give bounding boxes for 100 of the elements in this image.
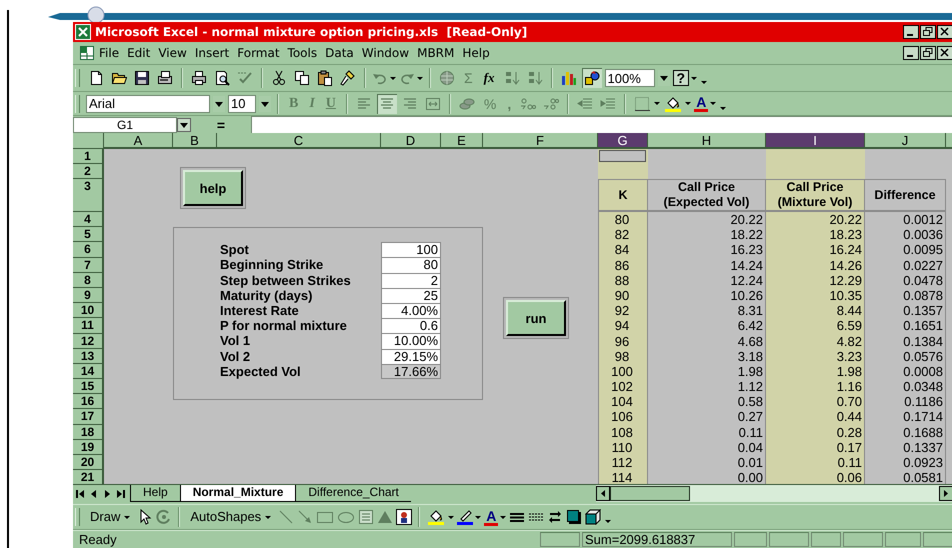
menu-item[interactable]: File [95, 46, 124, 60]
help-button[interactable]: help [183, 170, 243, 206]
column-header[interactable]: E [441, 133, 483, 149]
text-box-icon[interactable] [358, 509, 374, 525]
row-header[interactable]: 1 [73, 149, 104, 164]
menu-item[interactable]: MBRM [413, 46, 458, 60]
menu-item[interactable]: Help [458, 46, 494, 60]
caret-icon[interactable] [124, 516, 130, 518]
restore-button[interactable] [920, 46, 936, 60]
scroll-left-icon[interactable] [596, 486, 610, 501]
row-header[interactable]: 10 [73, 303, 104, 318]
row-header[interactable]: 11 [73, 318, 104, 334]
caret-icon[interactable] [265, 516, 272, 518]
autoshapes-menu-button[interactable]: AutoShapes [186, 507, 276, 527]
menu-item[interactable]: View [154, 46, 191, 60]
input-cell[interactable]: 80 [381, 257, 441, 273]
align-center-icon[interactable] [376, 94, 397, 114]
column-header[interactable]: A [104, 133, 173, 149]
row-header[interactable]: 14 [73, 364, 104, 380]
row-header[interactable]: 6 [73, 242, 104, 258]
caret-icon[interactable] [685, 102, 692, 105]
clip-art-icon[interactable] [396, 509, 412, 525]
copy-icon[interactable] [292, 68, 312, 88]
row-header[interactable]: 21 [73, 470, 104, 484]
menu-item[interactable]: Window [358, 46, 414, 60]
font-color-button[interactable]: A [694, 95, 708, 112]
menu-item[interactable]: Edit [123, 46, 154, 60]
menu-item[interactable]: Format [233, 46, 284, 60]
row-header[interactable]: 2 [73, 164, 104, 179]
column-header[interactable]: F [483, 133, 598, 149]
row-header[interactable]: 5 [73, 227, 104, 242]
input-cell[interactable]: 10.00% [381, 333, 441, 348]
input-cell[interactable]: 0.6 [381, 318, 441, 334]
caret-icon[interactable] [654, 102, 660, 105]
font-field[interactable]: Arial [86, 94, 210, 112]
scroll-thumb[interactable] [610, 486, 690, 501]
row-header[interactable]: 9 [73, 288, 104, 304]
restore-button[interactable] [920, 25, 936, 39]
menu-item[interactable]: Insert [190, 46, 234, 60]
menu-item[interactable]: Tools [284, 46, 322, 60]
row-header[interactable]: 16 [73, 394, 104, 410]
row-header[interactable]: 20 [73, 455, 104, 470]
row-header[interactable]: 12 [73, 334, 104, 349]
input-cell[interactable]: 4.00% [381, 302, 441, 318]
spreadsheet-icon[interactable] [79, 45, 95, 61]
font-size-field[interactable]: 10 [228, 94, 256, 112]
column-header[interactable]: G [598, 133, 648, 149]
sheet-tab[interactable]: Difference_Chart [295, 485, 411, 502]
row-header[interactable]: 15 [73, 379, 104, 394]
print-icon[interactable] [189, 68, 209, 88]
line-color-icon[interactable] [457, 509, 474, 525]
caret-icon[interactable] [390, 76, 396, 80]
close-button[interactable] [937, 25, 952, 39]
sheet-tab[interactable]: Normal_Mixture [180, 485, 296, 502]
zoom-field[interactable]: 100% [604, 69, 654, 87]
row-header[interactable]: 7 [73, 258, 104, 273]
row-header[interactable]: 17 [73, 409, 104, 425]
help-button[interactable]: ? [672, 70, 690, 86]
row-header[interactable]: 13 [73, 348, 104, 364]
run-button[interactable]: run [506, 300, 566, 336]
input-cell[interactable]: 2 [381, 272, 441, 288]
input-cell[interactable]: 25 [381, 288, 441, 303]
active-cell[interactable] [599, 150, 646, 162]
shadow-icon[interactable] [566, 509, 582, 525]
column-header[interactable]: D [381, 133, 441, 149]
row-header[interactable]: 8 [73, 272, 104, 288]
horizontal-scrollbar[interactable] [596, 485, 952, 502]
select-all-corner[interactable] [73, 133, 104, 149]
column-header[interactable]: H [648, 133, 766, 149]
input-cell[interactable]: 29.15% [381, 348, 441, 364]
caret-icon[interactable] [417, 76, 423, 80]
column-header[interactable]: I [766, 133, 865, 149]
input-cell[interactable]: 100 [381, 242, 441, 258]
minimize-button[interactable] [903, 25, 919, 39]
minimize-button[interactable] [903, 46, 919, 60]
row-header[interactable]: 19 [73, 440, 104, 455]
arrow-style-icon[interactable] [547, 509, 564, 525]
caret-icon[interactable] [691, 76, 698, 80]
scroll-right-icon[interactable] [939, 486, 952, 501]
caret-icon[interactable] [475, 516, 482, 518]
column-header[interactable]: C [217, 133, 381, 149]
formula-field[interactable] [251, 116, 952, 134]
shapes-icon[interactable] [582, 68, 602, 88]
caret-icon[interactable] [710, 102, 716, 105]
column-header[interactable]: J [865, 133, 946, 149]
paste-icon[interactable] [315, 68, 335, 88]
save-icon[interactable] [132, 68, 152, 88]
globe-icon[interactable] [437, 68, 457, 88]
column-header[interactable]: B [173, 133, 217, 149]
draw-menu-button[interactable]: Draw [86, 507, 134, 527]
row-header[interactable]: 4 [73, 212, 104, 228]
caret-icon[interactable] [448, 516, 454, 518]
insert-function-button[interactable]: fx [480, 68, 498, 88]
close-button[interactable] [937, 46, 952, 60]
menu-item[interactable]: Data [321, 46, 358, 60]
3d-box-icon[interactable] [585, 509, 602, 525]
row-header[interactable]: 3 [73, 179, 104, 212]
name-box[interactable]: G1 [73, 116, 177, 132]
caret-icon[interactable] [500, 516, 506, 518]
font-color-button[interactable]: A [484, 508, 498, 526]
